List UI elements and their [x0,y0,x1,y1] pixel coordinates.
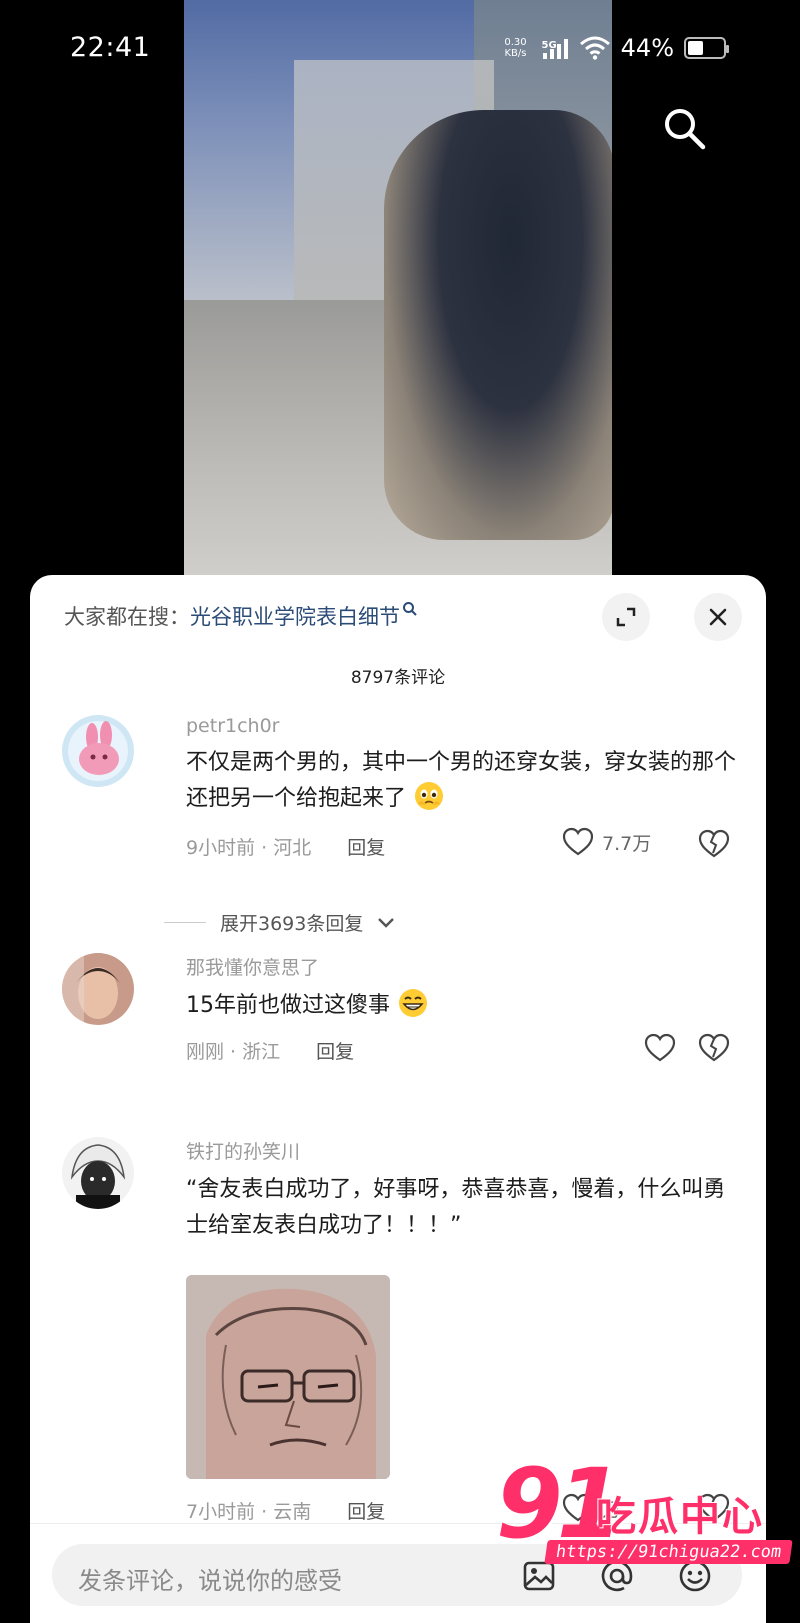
comment-image[interactable] [186,1275,390,1479]
broken-heart-icon[interactable] [698,1033,730,1063]
reply-button[interactable]: 回复 [316,1041,354,1063]
battery-fill [688,41,703,55]
comment-username[interactable]: petr1ch0r [186,715,742,737]
comment-body: 铁打的孙笑川 “舍友表白成功了，好事呀，恭喜恭喜，慢着，什么叫勇士给室友表白成功… [186,1137,742,1244]
comment-input-placeholder: 发条评论，说说你的感受 [78,1567,342,1595]
hot-search-bar[interactable]: 大家都在搜：光谷职业学院表白细节 [64,601,418,631]
hot-search-keyword[interactable]: 光谷职业学院表白细节 [190,605,400,629]
comment-body: 那我懂你意思了 15年前也做过这傻事 [186,953,742,1024]
comment-count: 8797条评论 [350,668,446,688]
pleading-face-emoji-icon [415,782,444,810]
hot-search-prefix: 大家都在搜： [64,605,190,629]
comment-meta: 7小时前 · 云南 回复 [186,1497,385,1524]
reply-button[interactable]: 回复 [347,837,385,859]
avatar[interactable] [62,1137,134,1209]
broken-heart-icon[interactable] [698,829,730,859]
battery-icon [684,37,729,59]
comment-text: “舍友表白成功了，好事呀，恭喜恭喜，慢着，什么叫勇士给室友表白成功了！！！” [186,1177,726,1238]
status-time: 22:41 [70,32,151,63]
network-speed-unit: KB/s [504,48,527,59]
comment-meta: 刚刚 · 浙江 回复 [186,1037,354,1064]
expand-replies-button[interactable]: 展开3693条回复 [164,909,395,936]
comment-username[interactable]: 铁打的孙笑川 [186,1137,742,1164]
network-type: 5G [541,40,557,51]
comment-meta: 9小时前 · 河北 回复 [186,833,385,860]
watermark-url: https://91chigua22.com [544,1540,793,1564]
heart-icon [644,1033,676,1062]
video-scene-figure [384,110,612,540]
comment-body: petr1ch0r 不仅是两个男的，其中一个男的还穿女装，穿女装的那个还把另一个… [186,715,742,817]
network-speed: 0.30 KB/s [499,37,531,59]
expand-fullscreen-button[interactable] [602,593,650,641]
comment-text-content: 15年前也做过这傻事 [186,993,390,1018]
site-watermark: 91 吃瓜中心 https://91chigua22.com [496,1456,796,1586]
grinning-face-emoji-icon [399,989,427,1017]
comment-time-location: 9小时前 · 河北 [186,837,312,859]
status-bar: 22:41 0.30 KB/s 5G 44% [0,0,800,100]
search-icon[interactable] [660,104,708,152]
like-button[interactable] [644,1033,684,1063]
like-button[interactable]: 7.7万 [562,827,651,857]
battery-percent: 44% [620,34,674,62]
cell-signal-icon: 5G [541,37,568,59]
comment-item: 那我懂你意思了 15年前也做过这傻事 刚刚 · 浙江 回复 [62,953,742,1083]
divider-line [164,922,206,923]
close-icon [709,608,727,626]
comment-text: 不仅是两个男的，其中一个男的还穿女装，穿女装的那个还把另一个给抱起来了 [186,745,742,817]
comment-time-location: 刚刚 · 浙江 [186,1041,281,1063]
heart-icon [562,827,594,856]
avatar[interactable] [62,953,134,1025]
small-search-icon [403,602,417,616]
status-indicators: 0.30 KB/s 5G 44% [499,34,729,62]
comment-item: petr1ch0r 不仅是两个男的，其中一个男的还穿女装，穿女装的那个还把另一个… [62,715,742,895]
wifi-icon [579,36,610,60]
avatar[interactable] [62,715,134,787]
comment-text-content: 不仅是两个男的，其中一个男的还穿女装，穿女装的那个还把另一个给抱起来了 [186,750,737,811]
expand-icon [616,607,636,627]
expand-replies-label: 展开3693条回复 [220,913,364,935]
close-button[interactable] [694,593,742,641]
comment-text: 15年前也做过这傻事 [186,988,742,1024]
comment-time-location: 7小时前 · 云南 [186,1501,312,1523]
network-speed-value: 0.30 [504,37,527,48]
comment-username[interactable]: 那我懂你意思了 [186,953,742,980]
chevron-down-icon [378,917,395,928]
like-count: 7.7万 [602,832,652,855]
watermark-site-name: 吃瓜中心 [596,1494,764,1540]
reply-button[interactable]: 回复 [347,1501,385,1523]
